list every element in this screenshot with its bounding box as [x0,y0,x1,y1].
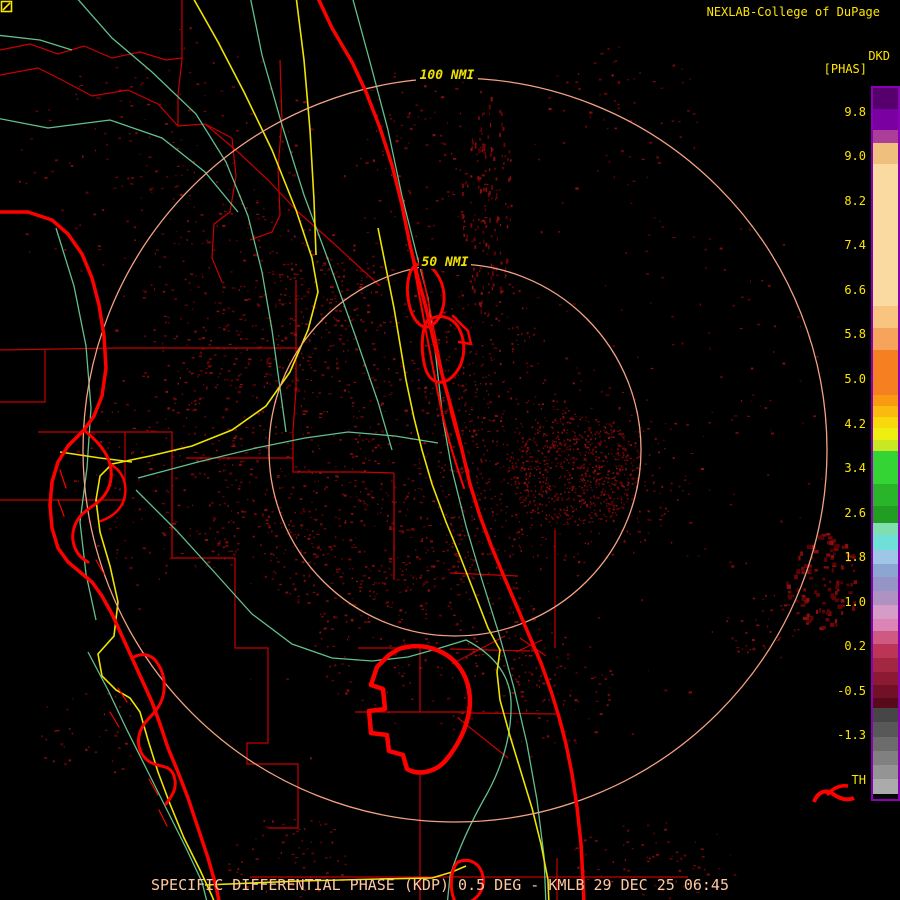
radar-display: 50 NMI 100 NMI 9.8 9.0 8.2 7.4 6.6 5.8 5.0 4.2 3.… [0,0,900,900]
product-units-label: [PHAS] [823,62,867,76]
lakes [366,643,855,900]
colorbar-segment [873,658,898,672]
colorbar-tick-label: 2.6 [844,506,866,520]
colorbar-segment [873,794,898,799]
range-ring-labels: 50 NMI 100 NMI [416,66,478,270]
colorbar-segment [873,737,898,751]
colorbar [871,86,900,801]
colorbar-scale: 9.8 9.0 8.2 7.4 6.6 5.8 5.0 4.2 3.4 2.6 1.8 1.0 0.2 -… [796,0,866,900]
colorbar-segment [873,143,898,164]
highways-yellow [59,0,550,900]
colorbar-tick-label: -1.3 [837,728,866,742]
colorbar-segment [873,484,898,506]
colorbar-segment [873,88,898,109]
colorbar-segment [873,698,898,708]
colorbar-segment [873,619,898,631]
colorbar-segment [873,306,898,328]
colorbar-tick-label: 3.4 [844,461,866,475]
colorbar-segment [873,685,898,698]
colorbar-tick-label: 9.8 [844,105,866,119]
colorbar-segment [873,395,898,406]
colorbar-segment [873,550,898,564]
colorbar-tick-label: 1.8 [844,550,866,564]
colorbar-segment [873,577,898,591]
status-bar: SPECIFIC DIFFERENTIAL PHASE (KDP) 0.5 DE… [151,876,729,894]
colorbar-segment [873,605,898,619]
colorbar-segment [873,506,898,523]
colorbar-tick-label: 5.8 [844,327,866,341]
colorbar-tick-label: 9.0 [844,149,866,163]
colorbar-segment [873,644,898,658]
product-code-label: DKD [868,49,890,63]
colorbar-segment [873,765,898,779]
range-rings [82,77,828,823]
colorbar-segment [873,451,898,484]
colorbar-tick-label: TH [851,773,866,787]
colorbar-tick-label: 6.6 [844,283,866,297]
range-ring [82,77,828,823]
colorbar-segment [873,564,898,577]
colorbar-segment [873,535,898,550]
colorbar-segment [873,523,898,535]
range-ring [268,263,642,637]
colorbar-segment [873,164,898,306]
colorbar-segment [873,631,898,644]
radar-map: 50 NMI 100 NMI [0,0,857,900]
colorbar-tick-label: 7.4 [844,238,866,252]
colorbar-segment [873,440,898,451]
range-ring-label: 100 NMI [420,68,475,83]
colorbar-segment [873,779,898,794]
site-title: NEXLAB-College of DuPage [706,5,880,19]
colorbar-segment [873,591,898,605]
roads-green [0,0,547,900]
colorbar-segment [873,751,898,765]
colorbar-segment [873,428,898,440]
colorbar-tick-label: 1.0 [844,595,866,609]
colorbar-segment [873,406,898,417]
colorbar-tick-label: 4.2 [844,417,866,431]
colorbar-segment [873,708,898,722]
colorbar-segment [873,417,898,428]
colorbar-tick-label: -0.5 [837,684,866,698]
colorbar-segment [873,350,898,395]
cod-logo-icon [0,0,13,13]
colorbar-segment [873,328,898,350]
colorbar-tick-label: 5.0 [844,372,866,386]
colorbar-segment [873,109,898,130]
colorbar-segment [873,672,898,685]
range-ring-label: 50 NMI [422,255,469,270]
colorbar-segment [873,130,898,143]
colorbar-tick-label: 8.2 [844,194,866,208]
colorbar-tick-label: 0.2 [844,639,866,653]
colorbar-segment [873,722,898,737]
